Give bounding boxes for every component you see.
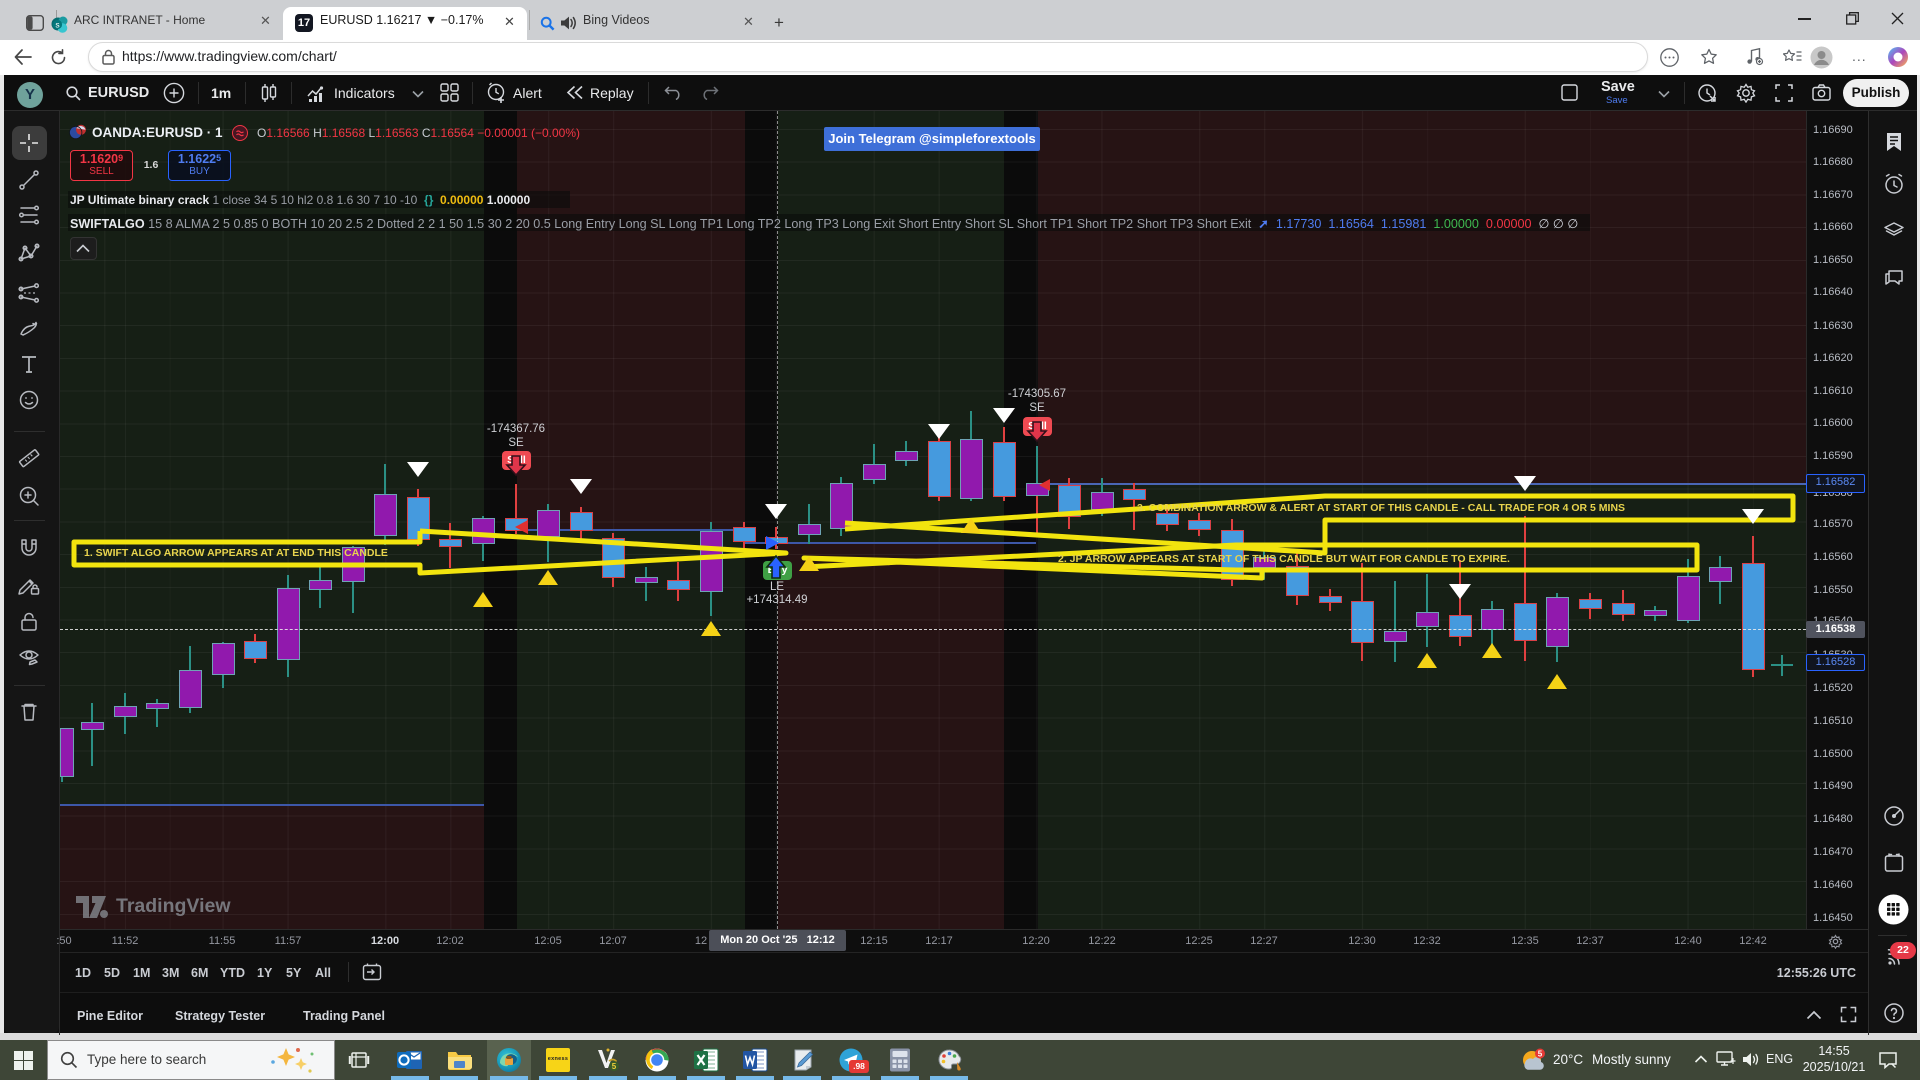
svg-text:5: 5 bbox=[1538, 1050, 1543, 1059]
svg-text:s: s bbox=[55, 20, 59, 30]
svg-text:5: 5 bbox=[612, 1062, 617, 1071]
